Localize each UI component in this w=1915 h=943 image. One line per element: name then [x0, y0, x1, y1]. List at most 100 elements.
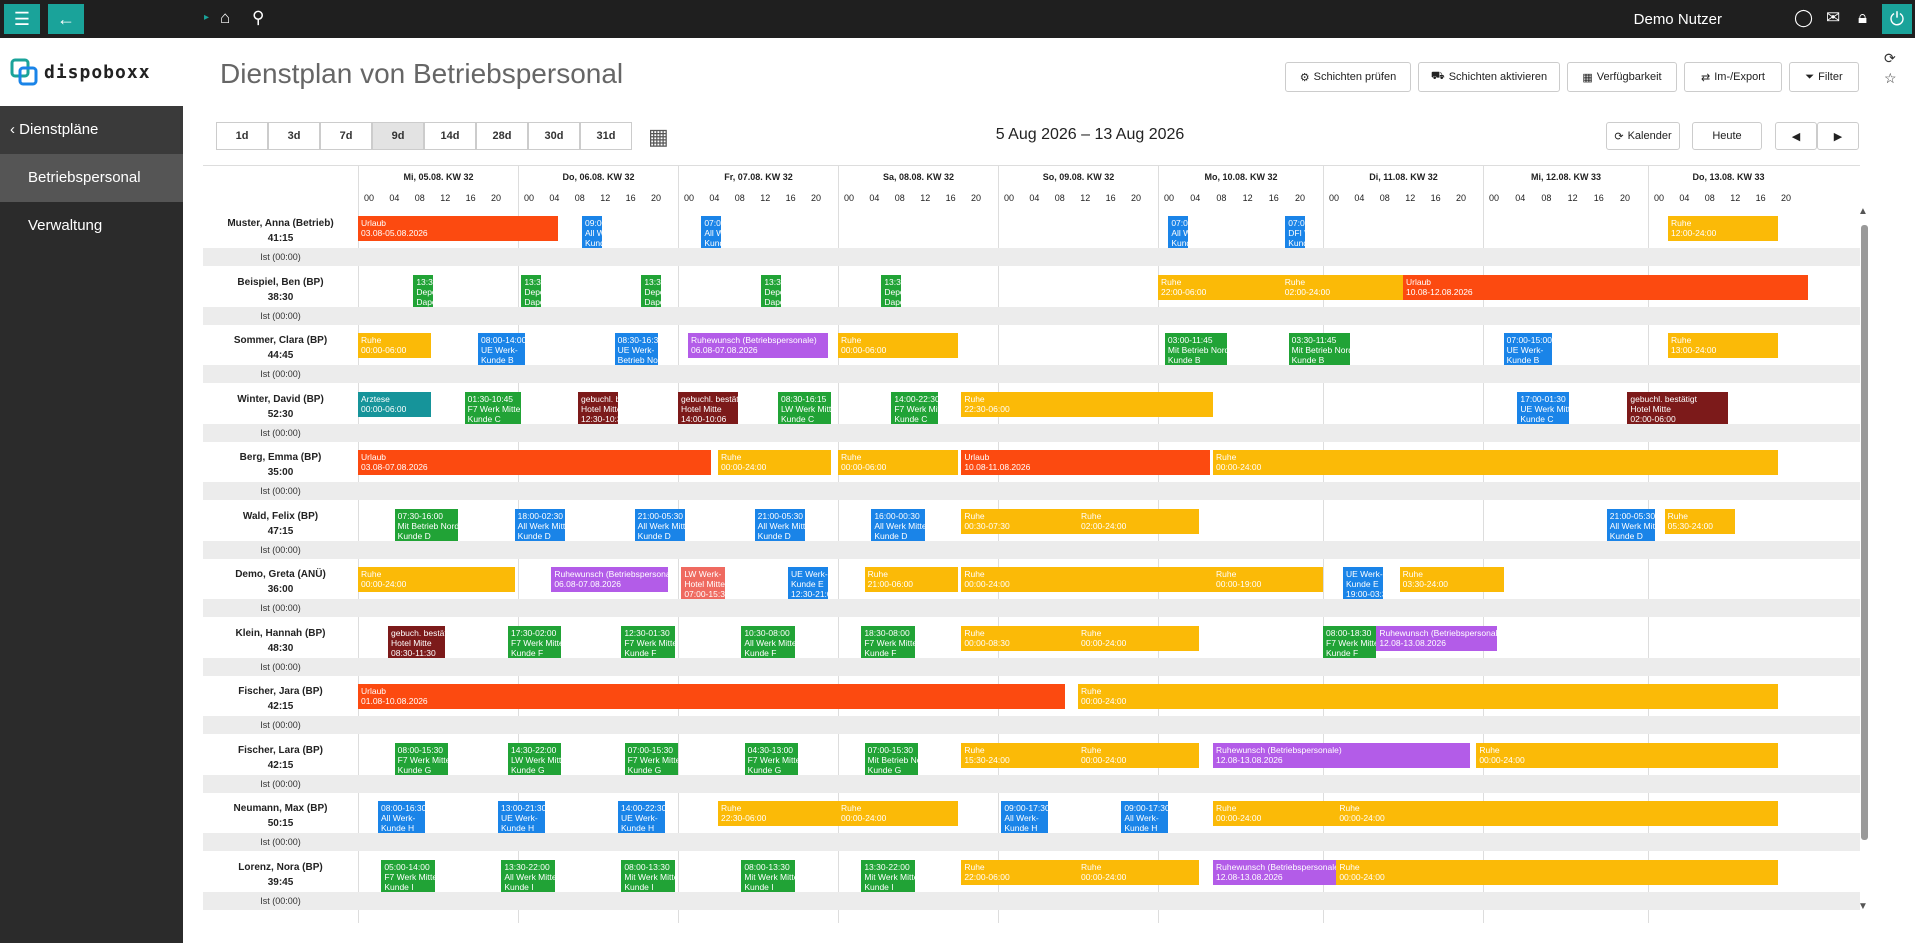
shift-block[interactable]: gebuchl. bestätigt Hotel Mitte 02:00-06:…	[1627, 391, 1728, 424]
shift-block[interactable]: 09:00-17:30 All Werk- Kunde H	[1001, 801, 1048, 833]
shift-block[interactable]: 17:00-01:30 UE Werk Mitte Kunde C	[1517, 391, 1569, 424]
shift-block[interactable]: 12:30-01:30 F7 Werk Mitte Kunde F	[621, 625, 675, 658]
shift-block[interactable]: 08:00-13:30 Mit Werk Mitte Kunde I	[741, 859, 795, 892]
shift-block[interactable]: Ruhewunsch (Betriebspersonale) 12.08-13.…	[1213, 859, 1337, 885]
shift-block[interactable]: 08:00-18:30 F7 Werk Mitte Kunde F	[1323, 625, 1377, 658]
scroll-down-icon[interactable]: ▼	[1858, 901, 1868, 912]
shift-block[interactable]: Ruhe 22:00-06:00	[961, 859, 1078, 885]
range-3d-button[interactable]: 3d	[268, 122, 320, 150]
range-28d-button[interactable]: 28d	[476, 122, 528, 150]
shift-block[interactable]: Ruhe 02:00-24:00	[1078, 508, 1200, 534]
shift-block[interactable]: 08:00-15:30 F7 Werk Mitte Kunde G	[394, 742, 448, 775]
shift-block[interactable]: Ruhe 00:00-24:00	[1476, 742, 1778, 768]
shift-block[interactable]: 14:30-22:00 LW Werk Mitte Kunde G	[508, 742, 562, 775]
shift-block[interactable]: 07:00-15:30 Mit Betrieb Nord Kunde G	[864, 742, 918, 775]
shift-block[interactable]: 13:30-22:30 Depo Spät Dapo: D	[761, 274, 782, 307]
next-button[interactable]: ▶	[1817, 122, 1859, 150]
shift-block[interactable]: 08:00-14:00 UE Werk- Kunde B	[478, 333, 525, 365]
shift-block[interactable]: Ruhe 00:00-24:00	[1213, 450, 1778, 475]
shift-block[interactable]: Ruhe 22:30-06:00	[718, 801, 838, 826]
shift-block[interactable]: 07:00-15:30 F7 Werk Mitte Kunde G	[624, 742, 678, 775]
shift-block[interactable]: 13:00-21:30 UE Werk- Kunde H	[498, 801, 545, 833]
home-icon[interactable]: ⌂	[220, 8, 230, 28]
logout-button[interactable]: ⏻	[1882, 4, 1912, 34]
shift-block[interactable]: UE Werk- Kunde E 12:30-21:00	[788, 567, 828, 599]
shift-block[interactable]: 13:30-22:15 Depo Spät Dapo: D	[413, 274, 434, 307]
shift-block[interactable]: LW Werk- Hotel Mitte F. 07:00-15:30	[681, 567, 725, 599]
reload-icon[interactable]: ⟳	[1884, 50, 1896, 67]
shift-block[interactable]: Ruhe 00:00-24:00	[1336, 859, 1778, 885]
shift-block[interactable]: Ruhewunsch (Betriebspersonale) 12.08-13.…	[1213, 742, 1470, 768]
shift-block[interactable]: 13:30-22:30 Depo Spät Dapo: D	[641, 274, 662, 307]
shift-block[interactable]: 13:30-22:00 All Werk Mitte Kunde I	[501, 859, 555, 892]
scroll-up-icon[interactable]: ▲	[1858, 206, 1868, 217]
filter-button[interactable]: ⏷ Filter	[1789, 62, 1859, 92]
shift-block[interactable]: Ruhe 00:00-24:00	[961, 567, 1213, 592]
search-icon[interactable]: ⚲	[252, 8, 264, 28]
sidebar-item-verwaltung[interactable]: Verwaltung	[0, 202, 183, 250]
shift-block[interactable]: 08:00-13:30 Mit Werk Mitte Kunde I	[621, 859, 675, 892]
range-14d-button[interactable]: 14d	[424, 122, 476, 150]
shift-block[interactable]: 21:00-05:30 All Werk Mitte Kunde D	[1606, 508, 1655, 541]
user-name[interactable]: Demo Nutzer	[1634, 11, 1722, 28]
shift-block[interactable]: Ruhe 12:00-24:00	[1668, 216, 1778, 241]
shift-block[interactable]: Urlaub 03.08-07.08.2026	[358, 450, 712, 475]
shift-block[interactable]: Ruhe 00:00-24:00	[1078, 625, 1200, 651]
chat-icon[interactable]: ◯	[1794, 8, 1813, 28]
mail-icon[interactable]: ✉	[1826, 8, 1840, 28]
shift-block[interactable]: 13:30-22:30 Depo Spät Dapo: D	[521, 274, 542, 307]
shift-block[interactable]: 21:00-05:30 All Werk Mitte Kunde D	[754, 508, 805, 541]
shift-block[interactable]: 07:00-16:00 DFI Werk Mitte Kunde A	[1285, 216, 1306, 248]
shift-block[interactable]: gebuch. bestätigt Hotel Mitte 08:30-11:3…	[388, 625, 445, 658]
prev-button[interactable]: ◀	[1775, 122, 1817, 150]
employee-name[interactable]: Winter, David (BP) 52:30	[203, 392, 358, 422]
shift-block[interactable]: Ruhewunsch (Betriebspersonale) 06.08-07.…	[551, 567, 668, 592]
star-icon[interactable]: ☆	[1884, 70, 1897, 87]
today-button[interactable]: Heute	[1692, 122, 1762, 150]
back-button[interactable]: ←	[48, 4, 84, 34]
availability-button[interactable]: ▦ Verfügbarkeit	[1567, 62, 1677, 92]
shift-block[interactable]: 01:30-10:45 F7 Werk Mitte Kunde C	[464, 391, 522, 424]
shift-block[interactable]: Ruhe 00:00-24:00	[1336, 801, 1778, 826]
shift-block[interactable]: Ruhe 00:00-24:00	[838, 801, 958, 826]
sidebar-item-dienstplaene[interactable]: ‹ Dienstpläne	[0, 106, 183, 154]
shift-block[interactable]: Ruhe 00:00-24:00	[718, 450, 832, 475]
shift-block[interactable]: Ruhe 02:00-24:00	[1281, 274, 1403, 300]
shift-block[interactable]: Ruhe 00:00-24:00	[1078, 859, 1200, 885]
shift-block[interactable]: Ruhe 00:00-24:00	[358, 567, 515, 592]
scrollbar-thumb[interactable]	[1861, 225, 1868, 840]
shift-block[interactable]: Ruhe 00:00-19:00	[1213, 567, 1323, 592]
shift-block[interactable]: Ruhe 00:00-06:00	[838, 450, 958, 475]
shift-block[interactable]: 07:00-16:00 All Werk Mitte Kunde A	[1168, 216, 1189, 248]
shift-block[interactable]: 03:30-11:45 Mit Betrieb Nord Kunde B	[1288, 333, 1350, 365]
shift-block[interactable]: Urlaub 10.08-12.08.2026	[1403, 274, 1808, 300]
range-9d-button[interactable]: 9d	[372, 122, 424, 150]
calendar-button[interactable]: ⟳ Kalender	[1606, 122, 1680, 150]
shift-block[interactable]: Ruhewunsch (Betriebspersonale) 06.08-07.…	[688, 333, 828, 358]
shift-block[interactable]: 07:00-15:00 UE Werk- Kunde B	[1503, 333, 1552, 365]
shift-block[interactable]: Ruhewunsch (Betriebspersonale) 12.08-13.…	[1376, 625, 1497, 651]
employee-name[interactable]: Klein, Hannah (BP) 48:30	[203, 626, 358, 656]
shift-block[interactable]: Arztese 00:00-06:00	[358, 391, 432, 417]
employee-name[interactable]: Demo, Greta (ANÜ) 36:00	[203, 567, 358, 597]
shift-block[interactable]: 08:00-16:30 All Werk- Kunde H	[378, 801, 425, 833]
shift-block[interactable]: UE Werk- Kunde E 19:00-03:30	[1343, 567, 1383, 599]
employee-name[interactable]: Muster, Anna (Betrieb) 41:15	[203, 216, 358, 246]
shift-block[interactable]: gebuchl. bestätigt Hotel Mitte 12:30-10:…	[578, 391, 618, 424]
activate-shifts-button[interactable]: ⛟ Schichten aktivieren	[1418, 62, 1560, 92]
shift-block[interactable]: Ruhe 22:00-06:00	[1158, 274, 1282, 300]
range-30d-button[interactable]: 30d	[528, 122, 580, 150]
shift-block[interactable]: Ruhe 13:00-24:00	[1668, 333, 1778, 358]
employee-name[interactable]: Neumann, Max (BP) 50:15	[203, 801, 358, 831]
shift-block[interactable]: 08:30-16:15 LW Werk Mitte Kunde C	[778, 391, 832, 424]
shift-block[interactable]: 05:00-14:00 F7 Werk Mitte Kunde I	[381, 859, 435, 892]
shift-block[interactable]: Ruhe 00:00-06:00	[358, 333, 432, 358]
shift-block[interactable]: 08:30-16:30 UE Werk- Betrieb Nord	[614, 333, 658, 365]
shift-block[interactable]: 17:30-02:00 F7 Werk Mitte Kunde F	[508, 625, 562, 658]
shift-block[interactable]: 07:00-15:00 All Werk- Kunde A	[701, 216, 722, 248]
employee-name[interactable]: Sommer, Clara (BP) 44:45	[203, 333, 358, 363]
shift-block[interactable]: Ruhe 00:00-08:30	[961, 625, 1078, 651]
sidebar-item-betriebspersonal[interactable]: Betriebspersonal	[0, 154, 183, 202]
shift-block[interactable]: Ruhe 00:00-24:00	[1078, 742, 1200, 768]
shift-block[interactable]: Ruhe 22:30-06:00	[961, 391, 1213, 417]
